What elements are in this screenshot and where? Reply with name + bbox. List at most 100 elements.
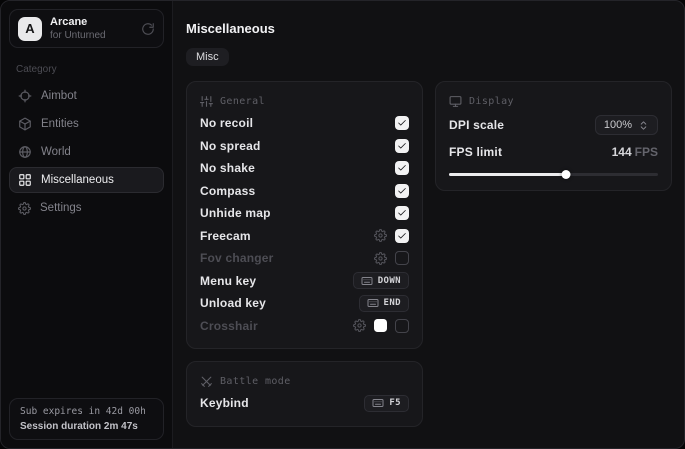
checkbox-checked[interactable] xyxy=(395,184,409,198)
setting-controls xyxy=(374,251,409,265)
fps-slider-thumb[interactable] xyxy=(562,170,571,179)
sidebar-item-world[interactable]: World xyxy=(9,139,164,165)
gear-icon[interactable] xyxy=(374,229,387,242)
color-swatch[interactable] xyxy=(374,319,387,332)
setting-controls xyxy=(395,161,409,175)
checkbox-unchecked[interactable] xyxy=(395,319,409,333)
setting-label: Freecam xyxy=(200,229,251,243)
fps-limit-value: 144 xyxy=(612,145,632,159)
general-panel: General No recoil No spread No shakeCompas… xyxy=(186,81,423,349)
checkbox-checked[interactable] xyxy=(395,139,409,153)
setting-controls xyxy=(395,139,409,153)
panel-columns: General No recoil No spread No shakeCompas… xyxy=(186,81,672,427)
sidebar: A Arcane for Unturned Category Aimbot Ent… xyxy=(1,1,173,448)
display-panel: Display DPI scale 100% FPS limit 144FPS xyxy=(435,81,672,191)
setting-label: Fov changer xyxy=(200,251,274,265)
battle-mode-panel: Battle mode Keybind F5 xyxy=(186,361,423,427)
sidebar-item-label: Entities xyxy=(41,118,79,130)
general-panel-title: General xyxy=(220,96,265,107)
battle-mode-panel-title: Battle mode xyxy=(220,376,291,387)
fps-limit-row: FPS limit 144FPS xyxy=(449,143,658,161)
gear-icon xyxy=(18,202,31,215)
dpi-scale-row: DPI scale 100% xyxy=(449,115,658,135)
setting-controls xyxy=(395,206,409,220)
dpi-scale-value: 100% xyxy=(604,119,632,131)
entities-icon xyxy=(18,117,32,131)
setting-label: Menu key xyxy=(200,274,256,288)
sidebar-item-label: Settings xyxy=(40,202,82,214)
setting-row: Compass xyxy=(200,180,409,203)
swords-icon xyxy=(200,375,213,388)
setting-row: Unhide map xyxy=(200,202,409,225)
setting-row: No shake xyxy=(200,157,409,180)
setting-controls: F5 xyxy=(364,395,409,412)
setting-row: Fov changer xyxy=(200,247,409,270)
sidebar-item-settings[interactable]: Settings xyxy=(9,195,164,221)
app-subtitle: for Unturned xyxy=(50,30,106,41)
dpi-scale-select[interactable]: 100% xyxy=(595,115,658,135)
fps-limit-label: FPS limit xyxy=(449,145,502,159)
setting-controls xyxy=(374,229,409,243)
app-window: A Arcane for Unturned Category Aimbot Ent… xyxy=(0,0,685,449)
keybind-button[interactable]: DOWN xyxy=(353,272,409,289)
sidebar-item-label: Aimbot xyxy=(41,90,77,102)
general-panel-header: General xyxy=(200,95,409,108)
setting-row: Freecam xyxy=(200,225,409,248)
battle-mode-rows: Keybind F5 xyxy=(200,392,409,415)
setting-row: No spread xyxy=(200,135,409,158)
checkbox-checked[interactable] xyxy=(395,161,409,175)
sync-icon[interactable] xyxy=(141,22,155,36)
display-panel-header: Display xyxy=(449,95,658,108)
sidebar-item-miscellaneous[interactable]: Miscellaneous xyxy=(9,167,164,193)
category-label: Category xyxy=(16,64,164,75)
sidebar-item-entities[interactable]: Entities xyxy=(9,111,164,137)
general-rows: No recoil No spread No shakeCompassUnhide … xyxy=(200,112,409,337)
setting-label: Unload key xyxy=(200,296,266,310)
setting-label: Crosshair xyxy=(200,319,258,333)
monitor-icon xyxy=(449,95,462,108)
setting-label: No spread xyxy=(200,139,260,153)
tab-misc[interactable]: Misc xyxy=(186,48,229,66)
setting-row: Menu key DOWN xyxy=(200,270,409,293)
sidebar-item-aimbot[interactable]: Aimbot xyxy=(9,83,164,109)
left-column: General No recoil No spread No shakeCompas… xyxy=(186,81,423,427)
updown-icon xyxy=(638,120,649,131)
app-header: A Arcane for Unturned xyxy=(9,9,164,48)
keybind-value: DOWN xyxy=(378,276,401,286)
fps-slider-fill xyxy=(449,173,566,176)
keyboard-icon xyxy=(367,297,379,309)
keybind-button[interactable]: END xyxy=(359,295,409,312)
keybind-value: F5 xyxy=(389,398,401,408)
dpi-scale-label: DPI scale xyxy=(449,118,504,132)
setting-row: Unload key END xyxy=(200,292,409,315)
sub-expiry-text: Sub expires in 42d 00h xyxy=(20,406,153,417)
tab-bar: Misc xyxy=(186,48,672,66)
checkbox-checked[interactable] xyxy=(395,116,409,130)
check-icon xyxy=(397,186,407,196)
app-name: Arcane xyxy=(50,16,106,28)
fps-limit-value-group: 144FPS xyxy=(612,143,658,161)
keyboard-icon xyxy=(372,397,384,409)
fps-limit-slider[interactable] xyxy=(449,169,658,179)
check-icon xyxy=(397,208,407,218)
setting-row: No recoil xyxy=(200,112,409,135)
checkbox-checked[interactable] xyxy=(395,206,409,220)
check-icon xyxy=(397,163,407,173)
fps-limit-unit: FPS xyxy=(635,145,658,159)
check-icon xyxy=(397,118,407,128)
sidebar-item-label: Miscellaneous xyxy=(41,174,114,186)
keybind-button[interactable]: F5 xyxy=(364,395,409,412)
checkbox-checked[interactable] xyxy=(395,229,409,243)
gear-icon[interactable] xyxy=(353,319,366,332)
gear-icon[interactable] xyxy=(374,252,387,265)
setting-label: Keybind xyxy=(200,396,249,410)
display-panel-title: Display xyxy=(469,96,514,107)
check-icon xyxy=(397,141,407,151)
keyboard-icon xyxy=(361,275,373,287)
setting-controls: END xyxy=(359,295,409,312)
main-content: Miscellaneous Misc General No recoilNo s… xyxy=(173,1,685,448)
setting-controls xyxy=(395,116,409,130)
checkbox-unchecked[interactable] xyxy=(395,251,409,265)
crosshair-icon xyxy=(18,89,32,103)
sidebar-nav: Aimbot Entities World Miscellaneous Settings xyxy=(9,83,164,221)
